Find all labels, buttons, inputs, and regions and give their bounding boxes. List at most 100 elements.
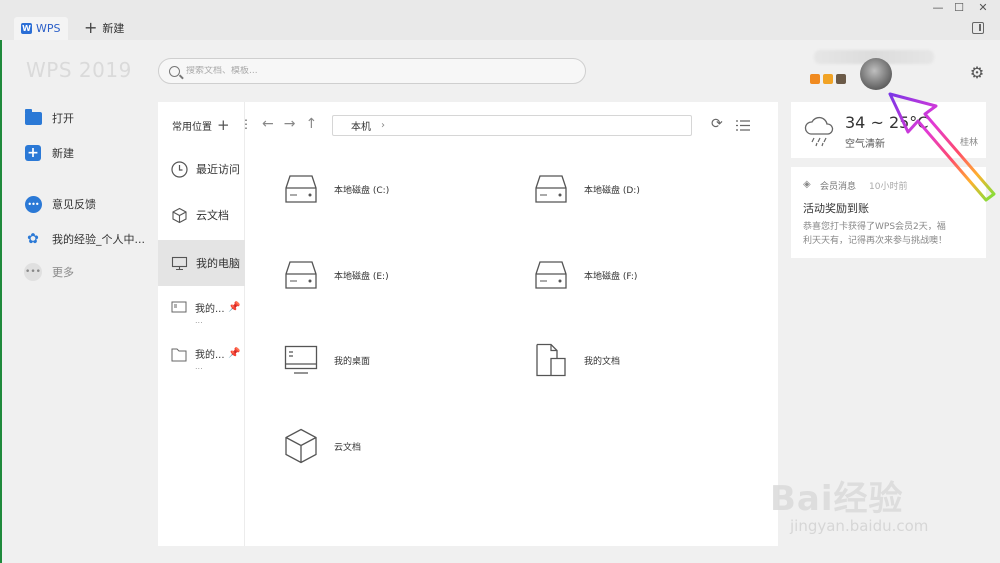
my-documents[interactable]: 我的文档 — [534, 335, 784, 385]
hard-drive-icon — [285, 175, 317, 203]
drive-c[interactable]: 本地磁盘 (C:) — [284, 164, 534, 214]
notice-body: 恭喜您打卡获得了WPS会员2天，福利天天有，记得再次来参与挑战噢！ — [803, 222, 948, 246]
pinned-location[interactable]: 我的... ... 📌 — [158, 342, 245, 382]
member-badges[interactable] — [810, 74, 846, 84]
weather-description: 空气清新 — [845, 139, 885, 150]
new-tab-label: 新建 — [102, 22, 125, 35]
locations-header: 常用位置 + ⋮ — [172, 117, 252, 133]
location-label: 最近访问 — [196, 163, 240, 176]
sidebar-item-feedback[interactable]: ••• 意见反馈 — [24, 194, 96, 214]
sidebar-item-label: 我的经验_个人中... — [52, 233, 145, 246]
back-arrow-icon[interactable]: ← — [262, 116, 274, 132]
breadcrumb-item[interactable]: 本机 — [351, 118, 371, 133]
monitor-icon — [171, 255, 188, 272]
drive-label: 本地磁盘 (C:) — [334, 185, 390, 196]
notice-card[interactable]: ◈ 会员消息 10小时前 活动奖励到账 恭喜您打卡获得了WPS会员2天，福利天天… — [791, 167, 986, 258]
pinned-title: 我的... — [195, 304, 225, 315]
drive-e[interactable]: 本地磁盘 (E:) — [284, 250, 534, 300]
add-location-icon[interactable]: + — [217, 118, 230, 133]
pin-icon[interactable]: 📌 — [228, 348, 240, 359]
location-label: 云文档 — [196, 209, 229, 222]
clock-icon — [171, 160, 188, 178]
sidebar-item-label: 意见反馈 — [52, 198, 96, 211]
watermark-brand: Bai经验 — [770, 479, 904, 519]
navigation-toolbar: ← → ↑ — [262, 116, 317, 132]
hard-drive-icon — [535, 175, 567, 203]
up-arrow-icon[interactable]: ↑ — [305, 116, 317, 132]
level-badge-icon — [836, 74, 846, 84]
member-badge-icon — [810, 74, 820, 84]
pin-icon[interactable]: 📌 — [228, 302, 240, 313]
app-logo-text: WPS 2019 — [26, 58, 132, 82]
drive-d[interactable]: 本地磁盘 (D:) — [534, 164, 784, 214]
cube-icon — [285, 428, 317, 464]
sidebar-toggle-icon[interactable] — [972, 22, 984, 34]
sidebar-item-new[interactable]: + 新建 — [24, 143, 74, 163]
member-gem-icon: ◈ — [803, 179, 811, 190]
sidebar-item-label: 更多 — [52, 266, 74, 279]
location-recent[interactable]: 最近访问 — [158, 146, 245, 192]
window-edge — [0, 40, 2, 563]
chevron-right-icon: › — [381, 120, 385, 131]
watermark-url: jingyan.baidu.com — [790, 517, 929, 535]
breadcrumb[interactable]: 本机 › — [332, 115, 692, 136]
locations-column: 常用位置 + ⋮ 最近访问 云文档 我的电脑 我的... ... 📌 我的...… — [158, 102, 252, 546]
pinned-subtitle: ... — [195, 362, 203, 371]
pinned-subtitle: ... — [195, 316, 203, 325]
weather-city: 桂林 — [959, 138, 978, 148]
location-cloud-docs[interactable]: 云文档 — [158, 192, 245, 238]
watermark: Bai经验 jingyan.baidu.com — [770, 455, 980, 540]
sidebar-item-open[interactable]: 打开 — [24, 108, 74, 128]
sidebar-item-my-experience[interactable]: ✿ 我的经验_个人中... — [24, 229, 145, 249]
minimize-button[interactable]: — — [927, 0, 949, 14]
location-my-computer[interactable]: 我的电脑 — [158, 240, 245, 286]
vip-badge-icon — [823, 74, 833, 84]
desktop-icon — [171, 300, 187, 319]
locations-header-label: 常用位置 — [172, 122, 212, 133]
drive-label: 本地磁盘 (F:) — [584, 271, 638, 282]
plus-icon: + — [84, 18, 98, 37]
tab-wps-label: WPS — [36, 22, 61, 35]
sidebar-item-more[interactable]: ••• 更多 — [24, 262, 74, 282]
sidebar-item-label: 打开 — [52, 112, 74, 125]
weather-card[interactable]: 34 ~ 25°C 空气清新 桂林 — [791, 102, 986, 158]
wps-logo-icon: W — [21, 23, 32, 34]
maximize-button[interactable]: ☐ — [948, 0, 970, 14]
list-view-icon[interactable] — [736, 120, 750, 131]
plus-icon: + — [25, 145, 41, 161]
drive-label: 本地磁盘 (D:) — [584, 185, 640, 196]
more-icon: ••• — [24, 263, 42, 281]
settings-gear-icon[interactable]: ⚙ — [968, 63, 986, 82]
my-desktop[interactable]: 我的桌面 — [284, 335, 534, 385]
drive-f[interactable]: 本地磁盘 (F:) — [534, 250, 784, 300]
refresh-icon[interactable]: ⟳ — [711, 116, 723, 132]
pinned-location[interactable]: 我的... ... 📌 — [158, 296, 245, 336]
pinned-title: 我的... — [195, 350, 225, 361]
cloud-docs-tile[interactable]: 云文档 — [284, 421, 534, 471]
notice-category: 会员消息 — [820, 182, 857, 192]
location-tile-label: 云文档 — [334, 442, 362, 453]
sidebar-item-label: 新建 — [52, 147, 74, 160]
hard-drive-icon — [535, 261, 567, 289]
desktop-monitor-icon — [284, 345, 318, 374]
new-tab-button[interactable]: + 新建 — [84, 18, 124, 38]
close-button[interactable]: ✕ — [972, 0, 994, 14]
tab-wps-home[interactable]: W WPS — [14, 17, 68, 40]
search-box[interactable] — [158, 58, 586, 84]
chat-bubble-icon: ••• — [24, 195, 42, 213]
more-options-icon[interactable]: ⋮ — [240, 117, 252, 131]
title-bar: W WPS + 新建 — ☐ ✕ — [0, 0, 1000, 40]
file-browser-panel: 常用位置 + ⋮ 最近访问 云文档 我的电脑 我的... ... 📌 我的...… — [158, 102, 778, 546]
forward-arrow-icon[interactable]: → — [284, 116, 296, 132]
search-input[interactable] — [186, 66, 566, 76]
paw-icon: ✿ — [27, 231, 39, 247]
notice-title: 活动奖励到账 — [803, 202, 869, 215]
rain-cloud-icon — [804, 116, 834, 147]
avatar[interactable] — [860, 58, 892, 90]
drive-label: 本地磁盘 (E:) — [334, 271, 389, 282]
notice-time: 10小时前 — [869, 182, 908, 192]
hard-drive-icon — [285, 261, 317, 289]
location-tile-label: 我的文档 — [584, 356, 621, 367]
document-folder-icon — [171, 346, 187, 366]
weather-temperature: 34 ~ 25°C — [845, 113, 929, 132]
